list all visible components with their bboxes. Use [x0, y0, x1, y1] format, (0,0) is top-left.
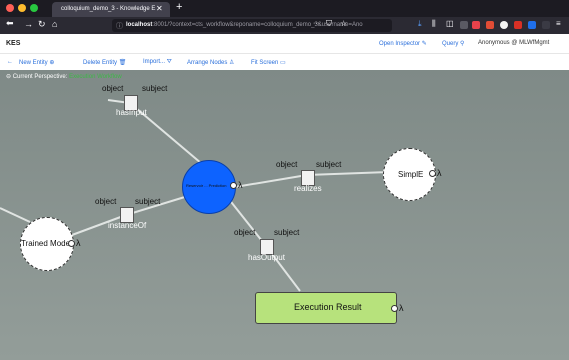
- current-perspective: ⊖ Current Perspective: Execution Workflo…: [6, 73, 122, 80]
- relation-subject-label: subject: [142, 84, 168, 93]
- plus-circle-icon: ⊕: [49, 60, 55, 66]
- fit-screen-label: Fit Screen: [251, 60, 279, 66]
- edge-offscreen: [0, 207, 31, 223]
- back-arrow-icon[interactable]: ←: [7, 59, 13, 65]
- extension-icon[interactable]: [528, 21, 536, 29]
- back-icon[interactable]: ⬅: [6, 18, 14, 29]
- perspective-toggle-icon[interactable]: ⊖: [6, 74, 11, 80]
- node-port[interactable]: [391, 305, 398, 312]
- entity-label: SimplE: [398, 170, 424, 179]
- maximize-window-button[interactable]: [30, 4, 38, 12]
- person-icon: ♙: [229, 60, 235, 66]
- lambda-icon[interactable]: λ: [76, 238, 81, 248]
- filter-icon: ⛛: [166, 59, 172, 65]
- tab-title: colloquium_demo_3 - Knowledge E: [61, 6, 156, 12]
- menu-icon[interactable]: ≡: [556, 19, 561, 28]
- library-icon[interactable]: ⫼: [432, 19, 436, 29]
- lambda-icon[interactable]: λ: [437, 168, 442, 178]
- relation-object-label: object: [102, 84, 124, 93]
- extension-icon[interactable]: [500, 21, 508, 29]
- bookmark-star-icon[interactable]: ☆: [340, 19, 347, 28]
- relation-name: instanceOf: [108, 221, 147, 230]
- node-port[interactable]: [429, 170, 436, 177]
- browser-tab[interactable]: colloquium_demo_3 - Knowledge E ✕: [52, 2, 170, 17]
- home-icon[interactable]: ⌂: [52, 19, 57, 29]
- new-entity-label: New Entity: [19, 60, 48, 66]
- relation-subject-label: subject: [135, 197, 161, 206]
- delete-entity-button[interactable]: Delete Entity 🗑: [83, 59, 126, 66]
- relation-object-label: object: [276, 160, 298, 169]
- url-host: localhost: [126, 22, 153, 28]
- node-port[interactable]: [230, 182, 237, 189]
- entity-label: Execution Result: [294, 302, 362, 312]
- arrange-nodes-label: Arrange Nodes: [187, 60, 228, 66]
- page-actions-icon[interactable]: ···: [313, 20, 320, 27]
- perspective-label: Current Perspective:: [12, 74, 68, 80]
- address-bar[interactable]: ⓘ localhost:8001/?context=cts_workflow&r…: [112, 19, 392, 32]
- open-inspector-label: Open Inspector: [379, 41, 421, 47]
- import-label: Import...: [143, 59, 166, 65]
- new-entity-button[interactable]: New Entity ⊕: [19, 59, 54, 66]
- site-info-icon[interactable]: ⓘ: [116, 21, 123, 31]
- entity-label: Trained Model: [21, 239, 72, 248]
- relation-subject-label: subject: [274, 228, 300, 237]
- app-title: KES: [6, 40, 21, 47]
- trash-icon: 🗑: [118, 60, 127, 66]
- extension-icon[interactable]: [514, 21, 522, 29]
- fit-screen-button[interactable]: Fit Screen ▭: [251, 59, 286, 66]
- pocket-icon[interactable]: ⛉: [326, 19, 332, 29]
- new-tab-button[interactable]: +: [176, 1, 182, 13]
- query-button[interactable]: Query ⚲: [442, 40, 464, 47]
- open-inspector-button[interactable]: Open Inspector ✎: [379, 40, 427, 47]
- extension-icon[interactable]: [542, 21, 550, 29]
- relation-subject-label: subject: [316, 160, 342, 169]
- close-window-button[interactable]: [6, 4, 14, 12]
- node-port[interactable]: [68, 240, 75, 247]
- extension-icon[interactable]: [486, 21, 494, 29]
- extension-icon[interactable]: [472, 21, 480, 29]
- lambda-icon[interactable]: λ: [238, 180, 243, 190]
- edge-realizes-right: [306, 171, 391, 176]
- download-icon[interactable]: ⤓: [418, 19, 422, 29]
- reload-icon[interactable]: ↻: [38, 19, 46, 30]
- monitor-icon: ▭: [280, 60, 286, 66]
- relation-name: realizes: [294, 184, 322, 193]
- minimize-window-button[interactable]: [18, 4, 26, 12]
- pin-icon: ✎: [421, 41, 427, 47]
- delete-entity-label: Delete Entity: [83, 60, 118, 66]
- import-button[interactable]: Import... ⛛: [143, 59, 172, 66]
- perspective-name: Execution Workflow: [69, 74, 122, 80]
- sidebar-icon[interactable]: ◫: [446, 19, 454, 28]
- extension-icon[interactable]: [460, 21, 468, 29]
- arrange-nodes-button[interactable]: Arrange Nodes ♙: [187, 59, 234, 66]
- tab-close-icon[interactable]: ✕: [156, 4, 163, 13]
- lambda-icon[interactable]: λ: [399, 303, 404, 313]
- entity-label: Reservoir ... Prediction: [186, 183, 227, 188]
- relation-name: hasOutput: [248, 253, 285, 262]
- query-label: Query: [442, 41, 459, 47]
- relation-object-label: object: [95, 197, 117, 206]
- relation-object-label: object: [234, 228, 256, 237]
- user-info: Anonymous @ MLWfMgmt: [478, 40, 550, 46]
- forward-icon[interactable]: →: [24, 19, 33, 29]
- relation-name: hasInput: [116, 108, 147, 117]
- search-icon: ⚲: [460, 41, 465, 47]
